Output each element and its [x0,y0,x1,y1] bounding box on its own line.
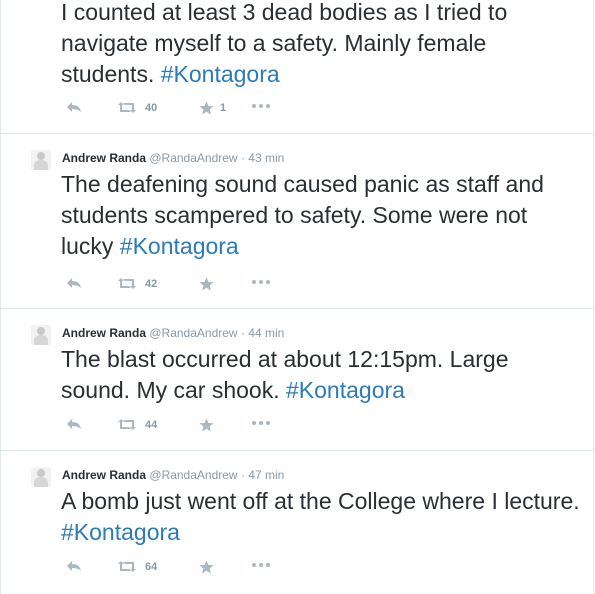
author-username[interactable]: @RandaAndrew [149,151,237,165]
author-username[interactable]: @RandaAndrew [149,468,237,482]
author-name[interactable]: Andrew Randa [62,326,146,340]
more-dots-icon [252,280,270,284]
tweet-item[interactable]: I counted at least 3 dead bodies as I tr… [1,0,593,134]
tweet-header: Andrew Randa @RandaAndrew · 44 min [62,325,284,341]
retweet-count: 64 [145,561,158,573]
tweet-item[interactable]: Andrew Randa @RandaAndrew · 43 min The d… [1,134,593,309]
tweet-item[interactable]: Andrew Randa @RandaAndrew · 47 min A bom… [1,451,593,594]
retweet-icon [118,561,136,572]
hashtag-link[interactable]: #Kontagora [161,61,280,87]
star-icon [199,418,214,432]
tweet-text: The blast occurred at about 12:15pm. Lar… [61,346,509,403]
tweet-stream: I counted at least 3 dead bodies as I tr… [0,0,594,594]
author-name[interactable]: Andrew Randa [62,468,146,482]
more-dots-icon [252,104,270,108]
more-dots-icon [252,563,270,567]
reply-icon [67,278,81,288]
tweet-header: Andrew Randa @RandaAndrew · 43 min [62,150,284,166]
separator-dot: · [240,326,245,340]
tweet-text: The deafening sound caused panic as staf… [61,171,544,259]
retweet-count: 42 [145,278,158,290]
reply-icon [67,102,81,112]
tweet-text: A bomb just went off at the College wher… [61,488,580,545]
retweet-count: 44 [145,419,158,431]
tweet-header: Andrew Randa @RandaAndrew · 47 min [62,467,284,483]
separator-dot: · [240,151,245,165]
author-name[interactable]: Andrew Randa [62,151,146,165]
favorite-count: 1 [220,102,227,114]
star-icon [199,101,214,115]
retweet-icon [118,278,136,289]
avatar[interactable] [31,150,51,170]
retweet-count: 40 [145,102,158,114]
reply-icon [67,419,81,429]
tweet-timestamp[interactable]: 43 min [248,151,284,165]
hashtag-link[interactable]: #Kontagora [286,377,405,403]
hashtag-link[interactable]: #Kontagora [61,519,180,545]
author-username[interactable]: @RandaAndrew [149,326,237,340]
tweet-timestamp[interactable]: 44 min [248,326,284,340]
reply-icon [67,561,81,571]
tweet-item[interactable]: Andrew Randa @RandaAndrew · 44 min The b… [1,309,593,451]
more-dots-icon [252,421,270,425]
tweet-text: I counted at least 3 dead bodies as I tr… [61,0,508,87]
retweet-icon [118,102,136,113]
tweet-timestamp[interactable]: 47 min [248,468,284,482]
hashtag-link[interactable]: #Kontagora [120,233,239,259]
avatar[interactable] [31,325,51,345]
star-icon [199,277,214,291]
retweet-icon [118,419,136,430]
star-icon [199,560,214,574]
avatar[interactable] [31,467,51,487]
separator-dot: · [240,468,245,482]
